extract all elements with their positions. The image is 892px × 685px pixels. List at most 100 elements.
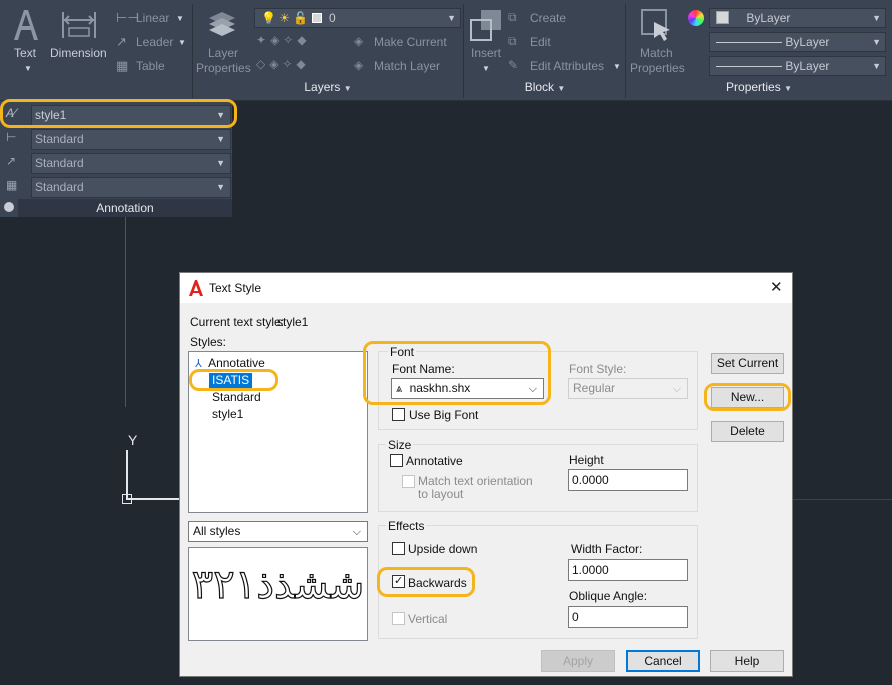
properties-panel-title-button[interactable]: Properties ▼ (628, 80, 890, 100)
apply-button: Apply (541, 650, 615, 672)
ucs-y-label: Y (128, 432, 138, 448)
properties-panel-title: Properties (726, 80, 781, 94)
layer-freeze-icon: ☀ (279, 11, 291, 25)
linetype-dropdown[interactable]: ByLayer ▼ (709, 32, 886, 52)
leader-button[interactable]: ↗ Leader ▼ (114, 34, 188, 52)
layer-dropdown[interactable]: 💡 ☀ 🔓 0 ▼ (254, 8, 461, 28)
styles-filter-dropdown[interactable]: All styles ⌵ (188, 521, 368, 542)
text-tool[interactable]: Text ▼ (8, 6, 44, 73)
layer-tools-row-2: ◇◈✧◆ (256, 57, 366, 75)
vertical-label: Vertical (408, 612, 448, 626)
apply-label: Apply (562, 654, 594, 668)
lineweight-sample (716, 66, 782, 67)
layer-properties-button[interactable]: Layer Properties (194, 6, 251, 76)
style-item-style1[interactable]: style1 (212, 407, 243, 423)
layer-lock-tool-icon[interactable]: ◆ (297, 33, 310, 47)
delete-button[interactable]: Delete (711, 421, 784, 442)
insert-button[interactable]: Insert ▼ (466, 6, 506, 76)
layer-on-tool-icon[interactable]: ◈ (269, 57, 282, 71)
table-button[interactable]: ▦ Table (114, 58, 188, 76)
layer-unlock-icon[interactable]: ◆ (297, 57, 310, 71)
color-dropdown[interactable]: ByLayer ▼ (709, 8, 886, 28)
text-tool-dropdown-arrow[interactable]: ▼ (24, 64, 32, 73)
match-properties-icon (641, 9, 670, 41)
layers-panel-title-button[interactable]: Layers ▼ (194, 80, 462, 100)
height-input[interactable]: 0.0000 (568, 469, 688, 491)
match-properties-label-2: Properties (630, 61, 685, 75)
font-style-value: Regular (573, 381, 616, 395)
edit-attributes-icon: ✎ (508, 58, 519, 72)
leader-dropdown-arrow[interactable]: ▼ (178, 38, 186, 47)
dialog-titlebar[interactable]: Text Style ✕ (180, 273, 792, 303)
use-big-font-checkbox[interactable] (392, 408, 405, 421)
layer-unisolate-icon[interactable]: ◇ (256, 57, 269, 71)
layer-thaw-icon[interactable]: ✧ (282, 57, 296, 71)
annotation-pin-icon[interactable] (4, 202, 14, 212)
layer-off-icon[interactable]: ◈ (270, 33, 283, 47)
edit-block-button[interactable]: ⧉ Edit (508, 34, 588, 52)
mleader-style-value: Standard (35, 156, 84, 170)
close-icon[interactable]: ✕ (770, 278, 783, 296)
table-style-dropdown-arrow: ▼ (216, 182, 225, 192)
text-preview: ششذذ۳۲۱ (188, 547, 368, 641)
create-label: Create (530, 11, 567, 25)
vertical-checkbox (392, 612, 405, 625)
style-item-label: Standard (212, 390, 261, 404)
block-panel-title-button[interactable]: Block ▼ (466, 80, 624, 100)
dimension-tool[interactable]: Dimension (50, 6, 108, 68)
dialog-title: Text Style (209, 281, 262, 295)
edit-attributes-label: Edit Attributes (530, 59, 605, 73)
ucs-origin-box (122, 494, 132, 504)
match-layer-label: Match Layer (374, 59, 441, 73)
layer-lock-icon: 🔓 (293, 11, 309, 25)
make-current-icon: ◈ (354, 34, 364, 48)
make-current-button[interactable]: ◈ Make Current (354, 34, 454, 52)
match-properties-button[interactable]: Match Properties (628, 6, 686, 76)
chevron-down-icon: ⌵ (672, 383, 681, 395)
current-style-value: style1 (277, 315, 309, 329)
layer-properties-label-2: Properties (196, 61, 251, 75)
current-style-label: Current text style: (190, 315, 285, 329)
edit-attributes-dropdown-arrow[interactable]: ▼ (613, 62, 621, 71)
layer-color-swatch (311, 13, 322, 23)
preview-text: ششذذ۳۲۱ (191, 561, 365, 608)
color-dropdown-arrow: ▼ (872, 13, 881, 23)
insert-label: Insert (471, 46, 502, 60)
oblique-angle-input[interactable]: 0 (568, 606, 688, 628)
oblique-angle-value: 0 (572, 610, 579, 624)
ribbon-separator (192, 4, 193, 98)
annotative-checkbox[interactable] (390, 454, 403, 467)
match-layer-icon: ◈ (354, 58, 364, 72)
layer-freeze-tool-icon[interactable]: ✧ (283, 33, 297, 47)
linear-dropdown-arrow[interactable]: ▼ (176, 14, 184, 23)
insert-block-icon (470, 10, 501, 41)
layer-stack-icon (209, 12, 235, 36)
dimension-style-dropdown[interactable]: Standard ▼ (31, 129, 231, 150)
create-block-button[interactable]: ⧉ Create (508, 10, 588, 28)
cancel-label: Cancel (644, 654, 682, 668)
layer-isolate-icon[interactable]: ✦ (256, 33, 270, 47)
height-value: 0.0000 (572, 473, 609, 487)
mleader-style-dropdown[interactable]: Standard ▼ (31, 153, 231, 174)
annotation-panel-title[interactable]: Annotation (18, 199, 232, 217)
styles-label: Styles: (190, 335, 227, 349)
lineweight-dropdown[interactable]: ByLayer ▼ (709, 56, 886, 76)
insert-dropdown-arrow[interactable]: ▼ (482, 64, 490, 73)
canvas-red-axis-line (793, 499, 892, 500)
width-factor-input[interactable]: 1.0000 (568, 559, 688, 581)
color-wheel-icon (688, 10, 704, 26)
edit-attributes-button[interactable]: ✎ Edit Attributes ▼ (508, 58, 622, 76)
table-style-dropdown[interactable]: Standard ▼ (31, 177, 231, 198)
match-layer-button[interactable]: ◈ Match Layer (354, 58, 454, 76)
chevron-down-icon: ⌵ (352, 526, 361, 538)
height-label: Height (569, 453, 604, 467)
create-block-icon: ⧉ (508, 10, 517, 24)
upside-down-checkbox[interactable] (392, 542, 405, 555)
edit-block-icon: ⧉ (508, 34, 517, 48)
cancel-button[interactable]: Cancel (626, 650, 700, 672)
help-button[interactable]: Help (710, 650, 784, 672)
help-label: Help (734, 654, 760, 668)
style-item-standard[interactable]: Standard (212, 390, 261, 406)
set-current-button[interactable]: Set Current (711, 353, 784, 374)
linear-dimension-button[interactable]: ⊢⊣ Linear ▼ (114, 10, 188, 28)
